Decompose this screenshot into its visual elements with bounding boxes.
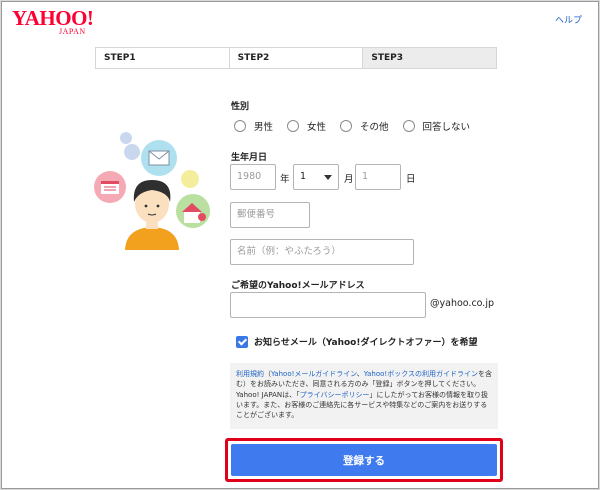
radio-circle-icon[interactable] [287,120,300,132]
gender-option-other[interactable]: その他 [340,119,389,133]
radio-circle-icon[interactable] [340,120,353,132]
step-indicator: STEP1 STEP2 STEP3 [95,47,497,69]
newsletter-option[interactable]: お知らせメール（Yahoo!ダイレクトオファー）を希望 [236,335,477,348]
name-input[interactable]: 名前（例：やふたろう） [230,239,414,265]
birth-month-select[interactable]: 1 [293,164,339,190]
mail-bubble-icon [141,140,177,176]
birthdate-label: 生年月日 [231,153,268,163]
email-input[interactable] [230,292,426,318]
mail-guideline-link[interactable]: Yahoo!メールガイドライン [271,370,357,378]
register-button[interactable]: 登録する [231,444,497,476]
calendar-bubble-icon [94,171,126,203]
logo-sub-text: JAPAN [59,27,86,36]
email-domain-suffix: @yahoo.co.jp [430,298,494,309]
box-guideline-link[interactable]: Yahoo!ボックスの利用ガイドライン [364,370,478,378]
chevron-down-icon [324,175,332,180]
birth-day-input[interactable]: 1 [355,164,401,190]
postal-code-input[interactable]: 郵便番号 [230,202,310,228]
terms-notice: 利用規約（Yahoo!メールガイドライン、Yahoo!ボックスの利用ガイドライン… [230,363,498,429]
birth-month-value: 1 [300,171,307,182]
newsletter-label: お知らせメール（Yahoo!ダイレクトオファー）を希望 [254,338,478,348]
gender-radio-group: 男性 女性 その他 回答しない [234,119,484,133]
gender-option-female[interactable]: 女性 [287,119,326,133]
logo-main-text: YAHOO! [12,6,94,30]
submit-highlight-frame: 登録する [225,438,503,482]
month-unit: 月 [344,174,354,185]
email-label: ご希望のYahoo!メールアドレス [231,281,365,291]
bubble-dot-yellow-icon [181,170,199,188]
year-unit: 年 [280,174,290,185]
gender-option-label: 回答しない [422,122,471,133]
terms-of-use-link[interactable]: 利用規約 [236,370,264,378]
gender-option-no-answer[interactable]: 回答しない [402,119,471,133]
home-bubble-icon [176,194,210,228]
page-frame: YAHOO! JAPAN ヘルプ STEP1 STEP2 STEP3 性別 男性… [1,1,599,489]
step-1: STEP1 [96,48,230,68]
yahoo-japan-logo[interactable]: YAHOO! JAPAN [12,8,94,38]
radio-circle-icon[interactable] [234,120,246,132]
user-profile-illustration [94,132,210,250]
step-3-current: STEP3 [363,48,497,68]
bubble-dot-small-icon [120,132,132,144]
birth-year-input[interactable]: 1980 [230,164,276,190]
checkbox-checked-icon[interactable] [236,335,248,348]
gender-option-male[interactable]: 男性 [234,119,273,133]
gender-option-label: その他 [360,122,389,133]
privacy-policy-link[interactable]: プライバシーポリシー [300,391,370,399]
person-avatar-icon [125,180,179,250]
help-link[interactable]: ヘルプ [555,13,582,26]
terms-text: 、 [356,370,364,378]
terms-text: （ [264,370,271,378]
gender-option-label: 男性 [254,122,274,133]
day-unit: 日 [406,174,416,185]
gender-option-label: 女性 [307,122,327,133]
bubble-dot-icon [124,144,140,160]
gender-label: 性別 [231,102,250,112]
radio-circle-icon[interactable] [402,120,415,132]
step-2: STEP2 [229,48,364,68]
